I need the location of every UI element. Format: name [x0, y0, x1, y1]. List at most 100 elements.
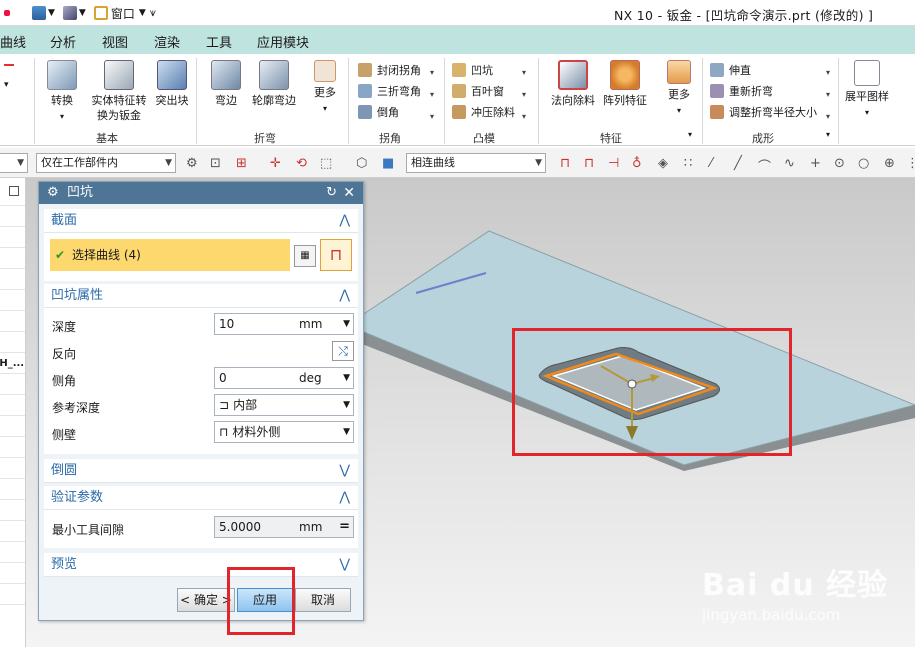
view-icon[interactable]: ⬡ [356, 156, 367, 171]
nav-row[interactable] [0, 374, 25, 395]
chevron-down-icon[interactable]: ▼ [48, 8, 55, 18]
measure-icon[interactable] [62, 6, 77, 20]
nav-row[interactable] [0, 332, 25, 353]
follow-fillet-icon[interactable]: ♁ [632, 156, 642, 171]
arc-icon[interactable]: ⌒ [758, 156, 771, 175]
endpoint-icon[interactable]: ⁄ [710, 156, 712, 171]
min-tool-clearance-input[interactable]: 5.0000 mm = [214, 516, 354, 538]
circle-center-icon[interactable]: ⊙ [834, 156, 845, 171]
solid-to-sheet-button[interactable]: 实体特征转 换为钣金 [88, 60, 150, 123]
nav-row[interactable] [0, 563, 25, 584]
equals-icon[interactable]: = [339, 517, 350, 537]
section-header-fillet[interactable]: 倒圆 ⋁ [44, 459, 358, 483]
corner-dropdowns[interactable]: ▾ ▾ ▾ [430, 62, 434, 128]
chevron-down-icon[interactable]: ⋁ [339, 459, 350, 483]
nav-row[interactable]: CH_... [0, 353, 25, 374]
square-icon[interactable] [9, 186, 19, 196]
feature-group-dropdown[interactable]: ▾ [688, 130, 692, 139]
crosshair-icon[interactable]: ⊕ [884, 156, 895, 171]
scatter-point-icon[interactable]: ∷ [684, 156, 692, 171]
chevron-down-icon[interactable]: ▼ [343, 395, 350, 415]
nav-row[interactable] [0, 542, 25, 563]
diamond-icon[interactable]: ◈ [658, 156, 668, 171]
side-wall-select[interactable]: ⊓ 材料外侧 ▼ [214, 421, 354, 443]
louver-button[interactable]: 百叶窗 [452, 81, 504, 101]
tab-render[interactable]: 渲染 [154, 32, 180, 51]
nav-row[interactable] [0, 521, 25, 542]
window-menu[interactable]: 窗口 [111, 5, 135, 22]
move-icon[interactable]: ⊞ [236, 156, 247, 171]
tab-tools[interactable]: 工具 [206, 32, 232, 51]
snap-icon[interactable]: ⊡ [210, 156, 221, 171]
section-header-section[interactable]: 截面 ⋀ [44, 209, 358, 233]
closed-corner-button[interactable]: 封闭拐角 [358, 60, 421, 80]
chamfer-button[interactable]: 倒角 [358, 102, 399, 122]
flange-button[interactable]: 弯边 [208, 60, 244, 108]
nav-row[interactable] [0, 311, 25, 332]
curve-rule-dropdown[interactable]: 相连曲线 ▼ [406, 153, 546, 173]
nav-row[interactable] [0, 248, 25, 269]
plus-icon[interactable]: + [810, 156, 821, 171]
chevron-down-icon[interactable]: ▼ [343, 368, 350, 388]
nav-row[interactable] [0, 479, 25, 500]
nav-row[interactable] [0, 227, 25, 248]
side-angle-input[interactable]: 0 deg ▼ [214, 367, 354, 389]
cube-icon[interactable]: ■ [382, 156, 394, 171]
section-header-preview[interactable]: 预览 ⋁ [44, 553, 358, 577]
forming-group-dropdown[interactable]: ▾ [826, 130, 830, 139]
drawn-cutout-button[interactable]: 冲压除料 [452, 102, 515, 122]
nav-row[interactable] [0, 206, 25, 227]
section-header-properties[interactable]: 凹坑属性 ⋀ [44, 284, 358, 308]
chevron-up-icon[interactable]: ⋀ [339, 284, 350, 308]
convert-button[interactable]: 转换 ▾ [44, 60, 80, 124]
three-bend-corner-button[interactable]: 三折弯角 [358, 81, 421, 101]
scope-filter-dropdown[interactable]: 仅在工作部件内 ▼ [36, 153, 176, 173]
gear-icon[interactable]: ⚙ [47, 182, 59, 204]
circle-icon[interactable]: ○ [858, 156, 869, 171]
rectangle-select-icon[interactable]: ⬚ [320, 156, 332, 171]
nav-row[interactable] [0, 458, 25, 479]
close-icon[interactable]: ✕ [343, 182, 355, 204]
window-icon[interactable] [93, 6, 108, 20]
nav-row[interactable] [0, 269, 25, 290]
more-feature-button[interactable]: 更多 ▾ [662, 60, 696, 118]
curve-select-button[interactable]: ⊓ [320, 239, 352, 271]
more-icon[interactable]: ⋮ [906, 156, 915, 171]
select-curve-row[interactable]: ✔ 选择曲线 (4) [50, 239, 290, 271]
reverse-direction-button[interactable]: ⤭ [332, 341, 354, 361]
sketch-section-button[interactable]: ▦ [294, 245, 316, 267]
cancel-button[interactable]: 取消 [295, 588, 351, 612]
type-filter-dropdown[interactable]: ▼ [0, 153, 28, 173]
tab-feature-button[interactable]: 突出块 [154, 60, 190, 108]
tab-curve[interactable]: 曲线 [0, 32, 26, 51]
nav-row[interactable] [0, 437, 25, 458]
forming-dropdowns[interactable]: ▾ ▾ ▾ [826, 62, 830, 128]
chevron-up-icon[interactable]: ⋀ [339, 209, 350, 233]
adjust-bend-radius-button[interactable]: 调整折弯半径大小 [710, 102, 817, 122]
dialog-title-bar[interactable]: ⚙ 凹坑 ↻ ✕ [39, 182, 363, 204]
dimple-button[interactable]: 凹坑 [452, 60, 493, 80]
connected-curves-icon[interactable]: ⊓ [560, 156, 570, 171]
save-icon[interactable] [32, 6, 46, 20]
normal-cutout-button[interactable]: 法向除料 [548, 60, 598, 108]
chevron-down-icon[interactable]: ▼ [139, 8, 146, 18]
nav-row[interactable] [0, 584, 25, 605]
line-icon[interactable]: ╱ [734, 156, 742, 171]
undo-icon[interactable] [4, 10, 10, 16]
tab-view[interactable]: 视图 [102, 32, 128, 51]
chevron-down-icon[interactable]: ▼ [343, 314, 350, 334]
tab-application[interactable]: 应用模块 [257, 32, 309, 51]
rebend-button[interactable]: 重新折弯 [710, 81, 773, 101]
nav-row[interactable] [0, 395, 25, 416]
ref-depth-select[interactable]: ⊐ 内部 ▼ [214, 394, 354, 416]
depth-input[interactable]: 10 mm ▼ [214, 313, 354, 335]
nav-row[interactable] [0, 290, 25, 311]
unbend-button[interactable]: 伸直 [710, 60, 751, 80]
contour-flange-button[interactable]: 轮廓弯边 [250, 60, 298, 108]
stop-at-intersection-icon[interactable]: ⊣ [608, 156, 619, 171]
spline-icon[interactable]: ∿ [784, 156, 795, 171]
chevron-down-icon[interactable]: ⋁ [339, 553, 350, 577]
customize-icon[interactable]: ⩛ [150, 6, 156, 20]
tangent-curves-icon[interactable]: ⊓ [584, 156, 594, 171]
chevron-down-icon[interactable]: ▼ [79, 8, 86, 18]
